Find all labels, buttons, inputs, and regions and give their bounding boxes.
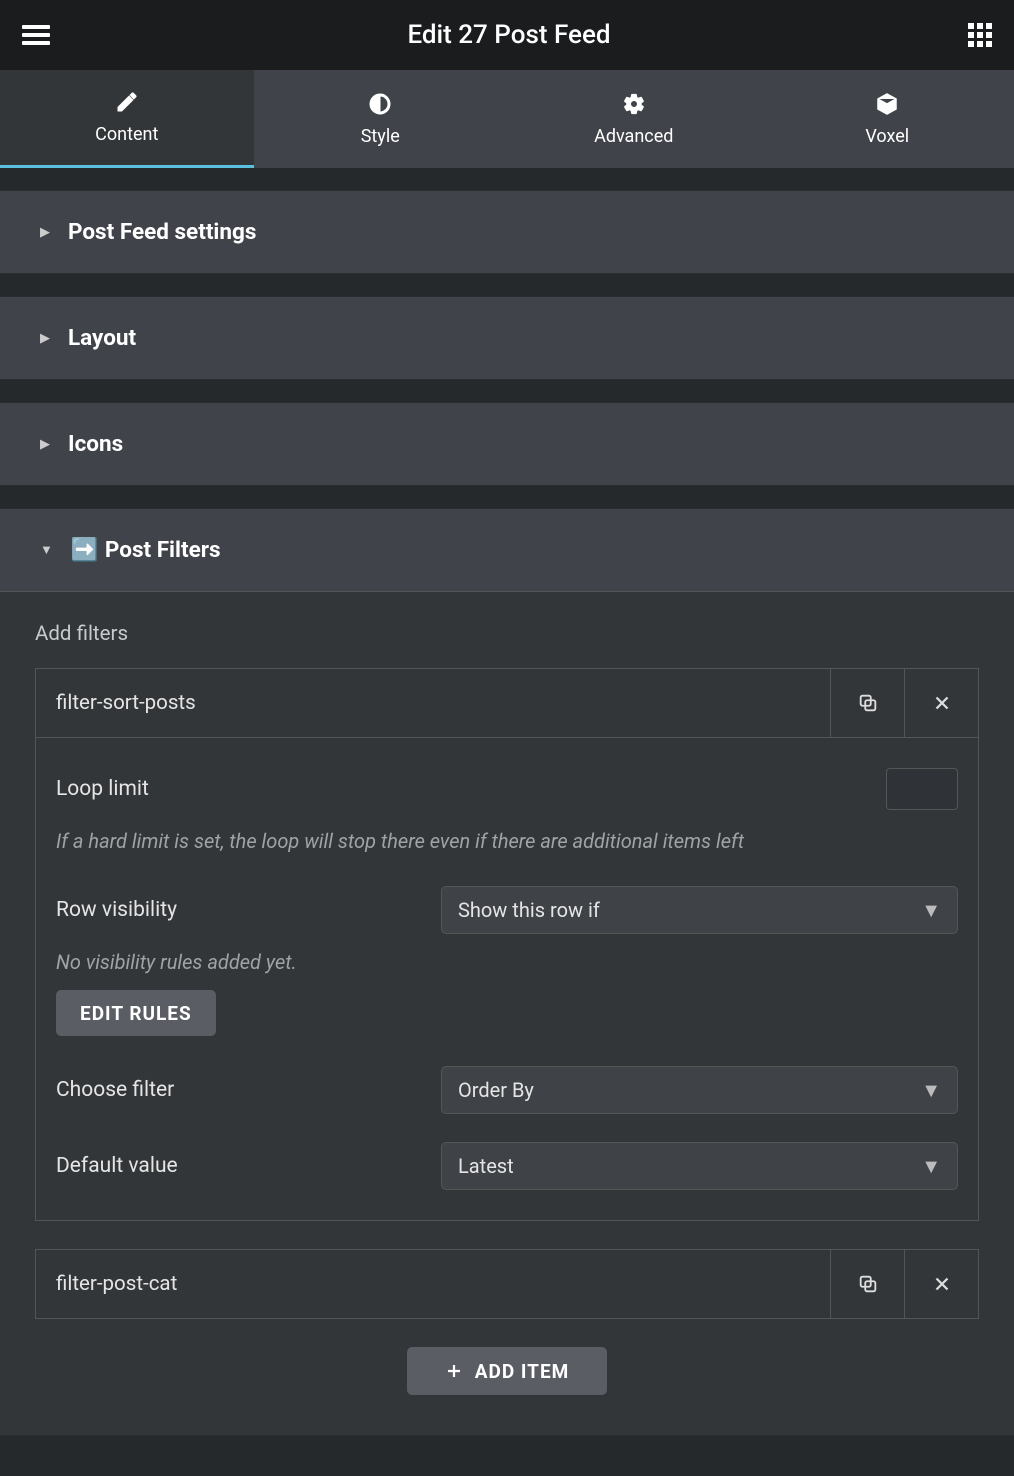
select-value: Show this row if <box>458 898 600 922</box>
remove-button[interactable] <box>904 1250 978 1318</box>
panel-body: Add filters filter-sort-posts Loop limit… <box>0 591 1014 1435</box>
section-layout: ▶ Layout <box>0 296 1014 380</box>
section-header[interactable]: ▼ ➡️Post Filters <box>0 509 1014 591</box>
section-title-text: Post Filters <box>105 537 221 563</box>
tab-label: Voxel <box>865 126 909 147</box>
apps-grid-icon[interactable] <box>968 23 992 47</box>
section-post-feed-settings: ▶ Post Feed settings <box>0 190 1014 274</box>
section-header[interactable]: ▶ Icons <box>0 403 1014 485</box>
pencil-icon <box>115 90 139 114</box>
section-post-filters: ▼ ➡️Post Filters Add filters filter-sort… <box>0 508 1014 1436</box>
section-title: Layout <box>68 325 136 351</box>
chevron-down-icon: ▼ <box>921 1154 941 1179</box>
section-title: Icons <box>68 431 123 457</box>
copy-icon <box>857 1273 879 1295</box>
repeater-item-body: Loop limit If a hard limit is set, the l… <box>35 738 979 1221</box>
hamburger-menu-icon[interactable] <box>22 25 50 45</box>
row-visibility-select[interactable]: Show this row if ▼ <box>441 886 958 934</box>
repeater-item-toggle[interactable]: filter-post-cat <box>36 1250 830 1318</box>
default-value-label: Default value <box>56 1154 441 1178</box>
caret-right-icon: ▶ <box>40 225 50 240</box>
loop-limit-input[interactable] <box>886 768 958 810</box>
duplicate-button[interactable] <box>830 669 904 737</box>
section-icons: ▶ Icons <box>0 402 1014 486</box>
tab-voxel[interactable]: Voxel <box>761 70 1014 168</box>
default-value-select[interactable]: Latest ▼ <box>441 1142 958 1190</box>
section-header[interactable]: ▶ Layout <box>0 297 1014 379</box>
choose-filter-label: Choose filter <box>56 1078 441 1102</box>
edit-rules-button[interactable]: EDIT RULES <box>56 990 216 1036</box>
close-icon <box>931 1273 953 1295</box>
plus-icon <box>445 1362 463 1380</box>
app-header: Edit 27 Post Feed <box>0 0 1014 70</box>
contrast-icon <box>368 92 392 116</box>
caret-right-icon: ▶ <box>40 331 50 346</box>
repeater-item-header: filter-post-cat <box>35 1249 979 1319</box>
loop-limit-help: If a hard limit is set, the loop will st… <box>56 826 958 856</box>
add-item-button[interactable]: ADD ITEM <box>407 1347 607 1395</box>
choose-filter-select[interactable]: Order By ▼ <box>441 1066 958 1114</box>
section-title: Post Feed settings <box>68 219 256 245</box>
tab-label: Advanced <box>594 126 673 147</box>
button-label: ADD ITEM <box>475 1360 570 1383</box>
copy-icon <box>857 692 879 714</box>
repeater-item-header: filter-sort-posts <box>35 668 979 738</box>
button-label: EDIT RULES <box>80 1002 192 1025</box>
chevron-down-icon: ▼ <box>921 1078 941 1103</box>
select-value: Order By <box>458 1078 534 1102</box>
section-header[interactable]: ▶ Post Feed settings <box>0 191 1014 273</box>
visibility-note: No visibility rules added yet. <box>56 950 958 974</box>
duplicate-button[interactable] <box>830 1250 904 1318</box>
tab-label: Style <box>361 126 400 147</box>
caret-down-icon: ▼ <box>40 542 53 558</box>
chevron-down-icon: ▼ <box>921 898 941 923</box>
cube-icon <box>875 92 899 116</box>
panel-subtitle: Add filters <box>35 622 979 646</box>
main-tabs: Content Style Advanced Voxel <box>0 70 1014 168</box>
tab-style[interactable]: Style <box>254 70 508 168</box>
select-value: Latest <box>458 1154 514 1178</box>
section-title: ➡️Post Filters <box>71 537 221 563</box>
remove-button[interactable] <box>904 669 978 737</box>
loop-limit-label: Loop limit <box>56 777 886 801</box>
gear-icon <box>622 92 646 116</box>
arrow-emoji-icon: ➡️ <box>71 537 99 563</box>
caret-right-icon: ▶ <box>40 437 50 452</box>
close-icon <box>931 692 953 714</box>
page-title: Edit 27 Post Feed <box>407 20 610 50</box>
tab-advanced[interactable]: Advanced <box>507 70 761 168</box>
repeater-item-toggle[interactable]: filter-sort-posts <box>36 669 830 737</box>
tab-label: Content <box>95 124 158 145</box>
row-visibility-label: Row visibility <box>56 898 441 922</box>
tab-content[interactable]: Content <box>0 70 254 168</box>
